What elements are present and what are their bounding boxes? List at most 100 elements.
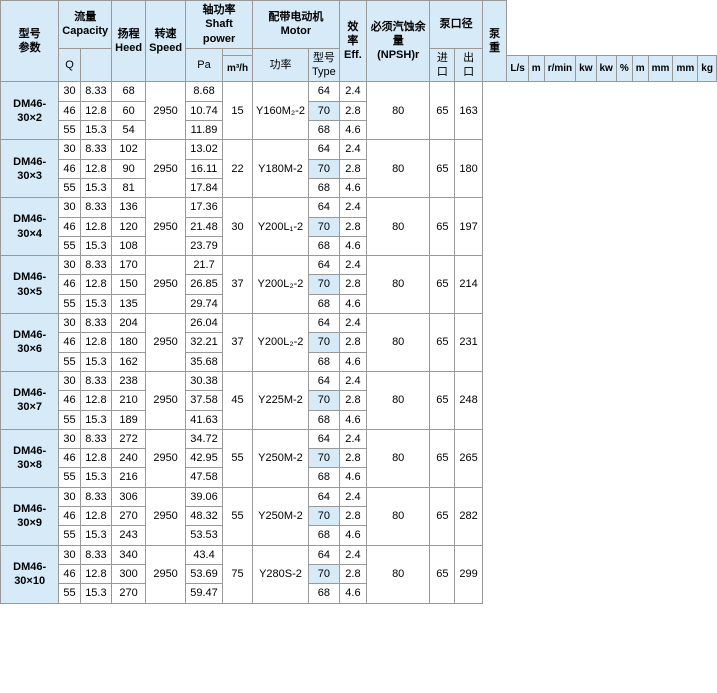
npsh-sub-label: (NPSH)r	[370, 48, 426, 62]
h-cell: 136	[112, 198, 146, 217]
h-cell: 90	[112, 159, 146, 178]
speed-header: 转速 Speed	[146, 1, 186, 82]
outlet-cell: 65	[430, 371, 455, 429]
outlet-header: 出口	[455, 48, 483, 82]
npsh-cell: 2.4	[339, 429, 366, 448]
shaft-cell: 53.53	[186, 526, 223, 545]
speed-cell: 2950	[146, 140, 186, 198]
motor-main-label: 配带电动机	[256, 10, 336, 24]
model-cell: DM46-30×7	[1, 371, 59, 429]
h-cell: 120	[112, 217, 146, 236]
head-main-label: 扬程	[115, 27, 142, 41]
flow-sub-label: Capacity	[62, 24, 108, 38]
outlet-cell: 65	[430, 487, 455, 545]
q-unit: m³/h	[222, 56, 252, 82]
shaft-cell: 53.69	[186, 564, 223, 583]
q2-unit: L/s	[507, 56, 528, 82]
q1-cell: 55	[59, 352, 80, 371]
q2-cell: 8.33	[80, 371, 112, 390]
pa-header: Pa	[186, 48, 223, 82]
outlet-cell: 65	[430, 82, 455, 140]
q2-cell: 12.8	[80, 564, 112, 583]
q2-cell: 8.33	[80, 429, 112, 448]
shaft-header: 轴功率 Shaft power	[186, 1, 253, 49]
q1-cell: 55	[59, 584, 80, 603]
q2-cell: 15.3	[80, 294, 112, 313]
q2-cell: 8.33	[80, 82, 112, 101]
eff-cell: 68	[308, 526, 339, 545]
h-cell: 272	[112, 429, 146, 448]
q1-cell: 30	[59, 314, 80, 333]
shaft-cell: 30.38	[186, 371, 223, 390]
eff-cell: 70	[308, 101, 339, 120]
q2-cell: 12.8	[80, 101, 112, 120]
motor-type-cell: Y250M-2	[253, 429, 309, 487]
q2-cell: 15.3	[80, 584, 112, 603]
weight-unit: kg	[698, 56, 717, 82]
npsh-cell: 2.8	[339, 101, 366, 120]
model-cell: DM46-30×3	[1, 140, 59, 198]
eff-cell: 64	[308, 429, 339, 448]
shaft-cell: 21.48	[186, 217, 223, 236]
q2-cell: 8.33	[80, 487, 112, 506]
inlet-cell: 80	[367, 429, 430, 487]
npsh-cell: 4.6	[339, 468, 366, 487]
inlet-cell: 80	[367, 314, 430, 372]
npsh-cell: 2.4	[339, 256, 366, 275]
h-cell: 306	[112, 487, 146, 506]
speed-main-label: 转速	[149, 27, 182, 41]
model-cell: DM46-30×2	[1, 82, 59, 140]
q2-cell: 8.33	[80, 314, 112, 333]
q1-cell: 30	[59, 545, 80, 564]
flow-header: 流量 Capacity	[59, 1, 112, 49]
motor-type-sub: Type	[312, 65, 336, 79]
h-cell: 204	[112, 314, 146, 333]
type-header: 型号 参数	[1, 1, 59, 82]
motor-power-cell: 22	[222, 140, 252, 198]
eff-cell: 64	[308, 82, 339, 101]
outlet-unit: mm	[673, 56, 698, 82]
weight-cell: 197	[455, 198, 483, 256]
motor-power-cell: 37	[222, 256, 252, 314]
q1-cell: 46	[59, 564, 80, 583]
npsh-cell: 4.6	[339, 410, 366, 429]
q2-cell: 12.8	[80, 449, 112, 468]
weight-cell: 180	[455, 140, 483, 198]
q1-cell: 46	[59, 507, 80, 526]
eff-cell: 68	[308, 410, 339, 429]
h-cell: 68	[112, 82, 146, 101]
outlet-cell: 65	[430, 140, 455, 198]
q1-cell: 55	[59, 178, 80, 197]
npsh-cell: 2.8	[339, 391, 366, 410]
h-cell: 300	[112, 564, 146, 583]
q1-cell: 30	[59, 256, 80, 275]
speed-cell: 2950	[146, 371, 186, 429]
q2-cell: 15.3	[80, 468, 112, 487]
q2-cell: 8.33	[80, 545, 112, 564]
type-label: 型号	[4, 27, 55, 41]
eff-cell: 68	[308, 584, 339, 603]
h-cell: 60	[112, 101, 146, 120]
h-cell: 238	[112, 371, 146, 390]
q2-cell: 12.8	[80, 217, 112, 236]
shaft-cell: 23.79	[186, 236, 223, 255]
eff-cell: 64	[308, 487, 339, 506]
motor-type-cell: Y200L₁-2	[253, 198, 309, 256]
inlet-cell: 80	[367, 545, 430, 603]
eff-cell: 64	[308, 140, 339, 159]
npsh-cell: 4.6	[339, 178, 366, 197]
npsh-cell: 4.6	[339, 584, 366, 603]
q2-cell: 15.3	[80, 121, 112, 140]
shaft-cell: 26.04	[186, 314, 223, 333]
shaft-cell: 10.74	[186, 101, 223, 120]
q1-cell: 30	[59, 371, 80, 390]
motor-kw-unit: kw	[596, 56, 616, 82]
eff-cell: 68	[308, 468, 339, 487]
npsh-cell: 2.8	[339, 159, 366, 178]
npsh-cell: 4.6	[339, 526, 366, 545]
q1-cell: 46	[59, 101, 80, 120]
motor-type-cell: Y250M-2	[253, 487, 309, 545]
h-cell: 180	[112, 333, 146, 352]
speed-cell: 2950	[146, 256, 186, 314]
shaft-cell: 41.63	[186, 410, 223, 429]
